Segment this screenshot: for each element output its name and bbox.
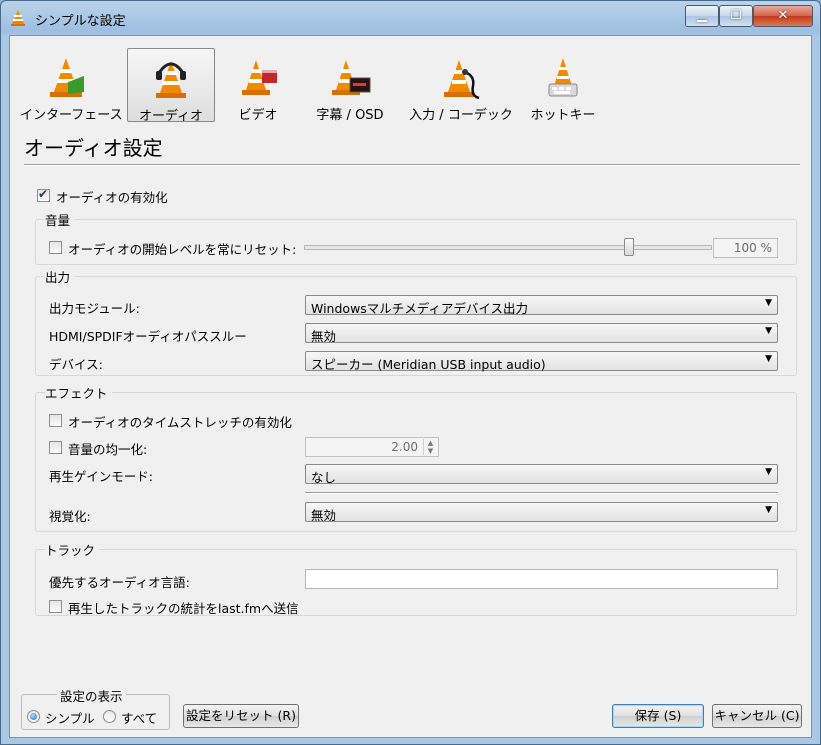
dropdown-arrow-icon: ▼ <box>765 467 772 477</box>
dropdown-arrow-icon: ▼ <box>765 505 772 515</box>
visualization-select[interactable]: 無効 ▼ <box>305 502 778 523</box>
volume-slider-thumb[interactable] <box>623 238 634 256</box>
show-settings-title: 設定の表示 <box>57 686 126 705</box>
dropdown-arrow-icon: ▼ <box>765 326 772 336</box>
category-input-codecs[interactable]: 入力 / コーデック <box>407 48 515 123</box>
enable-audio-label: オーディオの有効化 <box>56 190 168 205</box>
device-label: デバイス: <box>49 357 103 372</box>
category-label: 入力 / コーデック <box>409 108 513 123</box>
dropdown-arrow-icon: ▼ <box>765 354 772 364</box>
page-title: オーディオ設定 <box>24 136 163 160</box>
preferences-window: シンプルな設定 ▁ ☐ ✕ インターフェース オーディオ ビデオ 字幕 / OS… <box>0 0 821 745</box>
vlc-cone-headphones-icon <box>156 61 186 98</box>
vlc-cone-hotkeys-icon <box>548 58 578 97</box>
timestretch-label: オーディオのタイムストレッチの有効化 <box>68 415 292 430</box>
category-audio[interactable]: オーディオ <box>127 48 215 124</box>
reset-volume-checkbox[interactable] <box>49 241 62 254</box>
maximize-icon: ☐ <box>730 8 742 23</box>
vlc-cone-codec-icon <box>444 60 480 100</box>
category-label: ビデオ <box>238 108 278 123</box>
normalize-label: 音量の均一化: <box>68 442 148 457</box>
lastfm-label: 再生したトラックの統計をlast.fmへ送信 <box>68 601 299 616</box>
maximize-button[interactable]: ☐ <box>719 5 753 27</box>
effects-group-title: エフェクト <box>45 383 112 402</box>
reset-volume-label: オーディオの開始レベルを常にリセット: <box>68 242 297 257</box>
replaygain-value: なし <box>311 470 337 485</box>
lastfm-checkbox[interactable] <box>49 600 62 613</box>
all-label: すべて <box>121 711 158 726</box>
category-label: ホットキー <box>530 108 596 123</box>
vlc-cone-video-icon <box>242 60 277 95</box>
device-select[interactable]: スピーカー (Meridian USB input audio) ▼ <box>305 351 778 372</box>
preferred-language-label: 優先するオーディオ言語: <box>49 575 190 590</box>
passthrough-value: 無効 <box>311 329 337 344</box>
simple-radio[interactable] <box>27 710 40 723</box>
title-divider <box>24 164 800 166</box>
passthrough-label: HDMI/SPDIFオーディオパススルー <box>49 329 247 344</box>
volume-slider-track[interactable] <box>304 245 712 250</box>
passthrough-select[interactable]: 無効 ▼ <box>305 323 778 344</box>
close-icon: ✕ <box>777 8 789 23</box>
title-bar[interactable]: シンプルな設定 ▁ ☐ ✕ <box>1 1 820 35</box>
category-interface[interactable]: インターフェース <box>20 48 123 123</box>
all-radio[interactable] <box>103 710 116 723</box>
preferred-language-input[interactable] <box>305 569 778 589</box>
enable-audio-checkbox[interactable] <box>37 187 50 202</box>
minimize-button[interactable]: ▁ <box>685 5 719 27</box>
vlc-cone-subtitles-icon <box>332 60 371 95</box>
output-group-title: 出力 <box>45 267 75 286</box>
timestretch-checkbox[interactable] <box>49 414 62 427</box>
category-video[interactable]: ビデオ <box>222 48 294 123</box>
replaygain-label: 再生ゲインモード: <box>49 469 153 484</box>
volume-group-title: 音量 <box>45 210 75 229</box>
window-title: シンプルな設定 <box>35 14 126 29</box>
minimize-icon: ▁ <box>697 8 707 23</box>
category-label: インターフェース <box>20 108 123 123</box>
save-button[interactable]: 保存 (S) <box>612 704 704 728</box>
device-value: スピーカー (Meridian USB input audio) <box>311 357 546 372</box>
category-subtitles-osd[interactable]: 字幕 / OSD <box>300 48 400 123</box>
close-button[interactable]: ✕ <box>753 5 813 27</box>
output-module-value: Windowsマルチメディアデバイス出力 <box>311 301 529 316</box>
normalize-spinbox[interactable]: 2.00 ▲ ▼ <box>305 437 439 457</box>
simple-label: シンプル <box>45 711 95 726</box>
dropdown-arrow-icon: ▼ <box>765 298 772 308</box>
normalize-value: 2.00 <box>391 440 418 454</box>
visualization-value: 無効 <box>311 508 337 523</box>
reset-preferences-button[interactable]: 設定をリセット (R) <box>183 704 299 728</box>
spin-arrows-icon[interactable]: ▲ ▼ <box>423 439 437 455</box>
vlc-cone-interface-icon <box>50 58 84 97</box>
output-module-select[interactable]: Windowsマルチメディアデバイス出力 ▼ <box>305 295 778 316</box>
preferences-client-area: インターフェース オーディオ ビデオ 字幕 / OSD 入力 / コーデック ホ… <box>9 35 812 738</box>
cancel-button[interactable]: キャンセル (C) <box>712 704 802 728</box>
category-hotkeys[interactable]: ホットキー <box>524 48 602 123</box>
volume-level: 100 % <box>713 238 778 258</box>
output-module-label: 出力モジュール: <box>49 301 140 316</box>
vlc-cone-icon <box>11 10 25 26</box>
category-label: オーディオ <box>138 109 204 124</box>
category-label: 字幕 / OSD <box>316 108 384 123</box>
normalize-checkbox[interactable] <box>49 441 62 454</box>
tracks-group-title: トラック <box>45 540 100 559</box>
effects-separator <box>305 492 778 494</box>
visualization-label: 視覚化: <box>49 509 91 524</box>
replaygain-select[interactable]: なし ▼ <box>305 464 778 485</box>
